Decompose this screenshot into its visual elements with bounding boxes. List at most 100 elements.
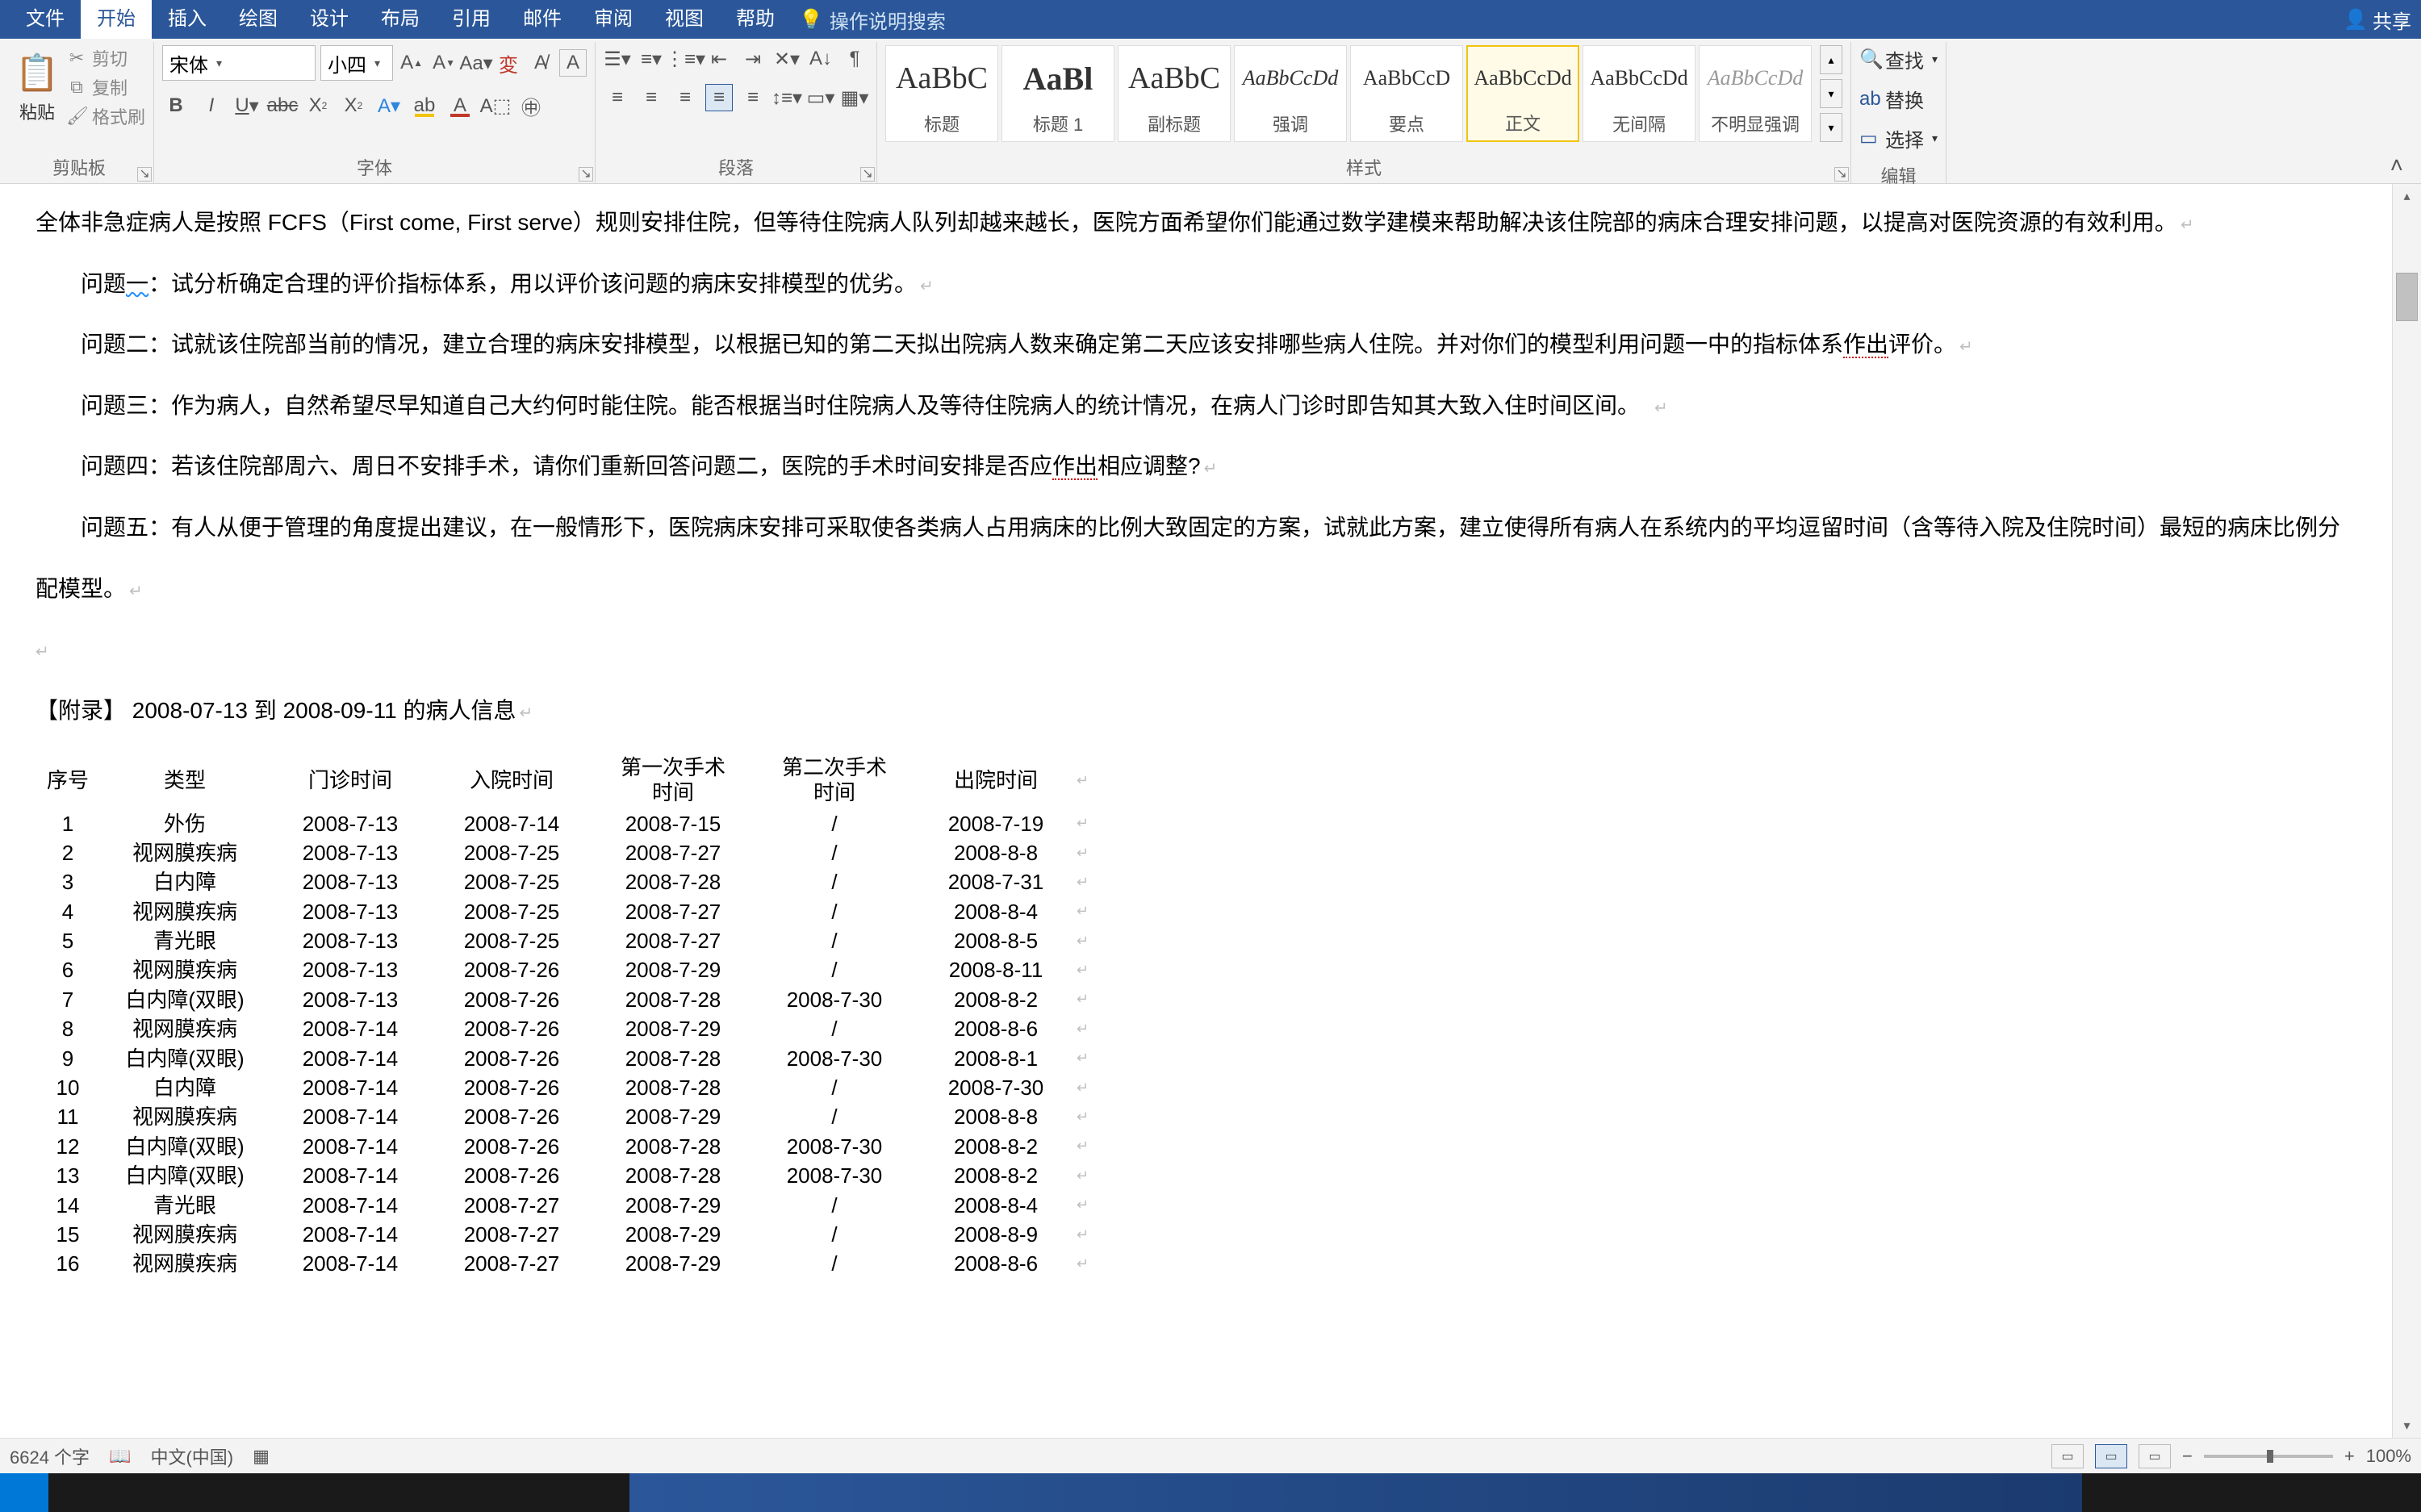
borders-icon[interactable]: ▦▾ xyxy=(841,84,868,111)
zoom-knob[interactable] xyxy=(2267,1450,2273,1463)
word-count[interactable]: 6624 个字 xyxy=(10,1443,90,1469)
spellcheck-icon[interactable]: 📖 xyxy=(109,1446,131,1467)
font-color-icon[interactable]: A xyxy=(446,92,474,119)
menu-设计[interactable]: 设计 xyxy=(294,0,365,39)
bullets-icon[interactable]: ☰▾ xyxy=(604,45,631,73)
distributed-icon[interactable]: ≡ xyxy=(739,84,767,111)
menu-绘图[interactable]: 绘图 xyxy=(223,0,294,39)
style-要点[interactable]: AaBbCcD要点 xyxy=(1350,45,1463,142)
show-marks-icon[interactable]: ¶ xyxy=(841,45,868,73)
table-cell: / xyxy=(754,897,915,926)
style-正文[interactable]: AaBbCcDd正文 xyxy=(1466,45,1579,142)
increase-font-icon[interactable]: A▲ xyxy=(398,49,425,77)
find-button[interactable]: 🔍查找▾ xyxy=(1859,45,1938,73)
style-副标题[interactable]: AaBbC副标题 xyxy=(1118,45,1231,142)
document-page[interactable]: 全体非急症病人是按照 FCFS（First come, First serve）… xyxy=(0,184,2392,1438)
menu-文件[interactable]: 文件 xyxy=(10,0,81,39)
paste-button[interactable]: 📋 粘贴 xyxy=(13,45,61,127)
style-无间隔[interactable]: AaBbCcDd无间隔 xyxy=(1583,45,1696,142)
table-cell: 2008-7-28 xyxy=(592,1044,754,1073)
increase-indent-icon[interactable]: ⇥ xyxy=(739,45,767,73)
scroll-down-icon[interactable]: ▾ xyxy=(2393,1414,2421,1438)
style-标题[interactable]: AaBbC标题 xyxy=(885,45,998,142)
font-size-dropdown[interactable]: 小四▾ xyxy=(320,45,393,81)
table-cell: 视网膜疾病 xyxy=(100,1220,270,1249)
decrease-font-icon[interactable]: A▼ xyxy=(430,49,458,77)
cut-button[interactable]: ✂剪切 xyxy=(66,45,145,71)
styles-more-icon[interactable]: ▾ xyxy=(1820,113,1842,142)
table-cell: 2008-7-13 xyxy=(270,867,431,896)
style-标题 1[interactable]: AaBl标题 1 xyxy=(1001,45,1114,142)
start-button[interactable] xyxy=(0,1473,48,1512)
taskbar[interactable] xyxy=(0,1473,2421,1512)
shading-icon[interactable]: ▭▾ xyxy=(807,84,834,111)
font-name-dropdown[interactable]: 宋体▾ xyxy=(162,45,316,81)
bold-button[interactable]: B xyxy=(162,92,190,119)
align-right-icon[interactable]: ≡ xyxy=(671,84,699,111)
menu-布局[interactable]: 布局 xyxy=(365,0,436,39)
scroll-track[interactable] xyxy=(2393,208,2421,1414)
style-不明显强调[interactable]: AaBbCcDd不明显强调 xyxy=(1699,45,1812,142)
copy-button[interactable]: ⧉复制 xyxy=(66,74,145,100)
zoom-in-icon[interactable]: + xyxy=(2344,1446,2355,1467)
multilevel-list-icon[interactable]: ⋮≡▾ xyxy=(671,45,699,73)
styles-up-icon[interactable]: ▴ xyxy=(1820,45,1842,74)
character-shading-icon[interactable]: A⬚ xyxy=(482,92,509,119)
decrease-indent-icon[interactable]: ⇤ xyxy=(705,45,733,73)
table-cell: 2008-7-29 xyxy=(592,1220,754,1249)
underline-button[interactable]: U▾ xyxy=(233,92,261,119)
zoom-slider[interactable] xyxy=(2204,1455,2333,1458)
share-button[interactable]: 👤 共享 xyxy=(2344,6,2411,34)
document-area: 全体非急症病人是按照 FCFS（First come, First serve）… xyxy=(0,184,2421,1438)
print-layout-icon[interactable]: ▭ xyxy=(2095,1444,2127,1468)
system-tray[interactable] xyxy=(2082,1473,2421,1512)
read-mode-icon[interactable]: ▭ xyxy=(2051,1444,2084,1468)
subscript-button[interactable]: X2 xyxy=(304,92,332,119)
style-强调[interactable]: AaBbCcDd强调 xyxy=(1234,45,1347,142)
clear-formatting-icon[interactable]: A̸ xyxy=(527,49,554,77)
text-effects-icon[interactable]: A▾ xyxy=(375,92,403,119)
paragraph-launcher[interactable]: ↘ xyxy=(860,167,875,182)
justify-icon[interactable]: ≡ xyxy=(705,84,733,111)
strikethrough-button[interactable]: abc xyxy=(269,92,296,119)
clipboard-launcher[interactable]: ↘ xyxy=(137,167,152,182)
tell-me-search[interactable]: 💡 操作说明搜索 xyxy=(799,6,946,34)
styles-launcher[interactable]: ↘ xyxy=(1834,167,1849,182)
numbering-icon[interactable]: ≡▾ xyxy=(638,45,665,73)
zoom-level[interactable]: 100% xyxy=(2366,1446,2411,1467)
menu-插入[interactable]: 插入 xyxy=(152,0,223,39)
macro-icon[interactable]: ▦ xyxy=(253,1446,270,1467)
asian-layout-icon[interactable]: ✕▾ xyxy=(773,45,801,73)
phonetic-guide-icon[interactable]: 変 xyxy=(495,49,522,77)
menu-帮助[interactable]: 帮助 xyxy=(720,0,791,39)
sort-icon[interactable]: A↓ xyxy=(807,45,834,73)
font-launcher[interactable]: ↘ xyxy=(579,167,593,182)
enclose-characters-icon[interactable]: ㊥ xyxy=(517,92,545,119)
select-button[interactable]: ▭选择▾ xyxy=(1859,124,1938,152)
menu-视图[interactable]: 视图 xyxy=(649,0,720,39)
align-left-icon[interactable]: ≡ xyxy=(604,84,631,111)
line-spacing-icon[interactable]: ↕≡▾ xyxy=(773,84,801,111)
styles-down-icon[interactable]: ▾ xyxy=(1820,79,1842,108)
menu-开始[interactable]: 开始 xyxy=(81,0,152,39)
superscript-button[interactable]: X2 xyxy=(340,92,367,119)
italic-button[interactable]: I xyxy=(198,92,225,119)
menu-审阅[interactable]: 审阅 xyxy=(578,0,649,39)
align-center-icon[interactable]: ≡ xyxy=(638,84,665,111)
web-layout-icon[interactable]: ▭ xyxy=(2139,1444,2171,1468)
replace-button[interactable]: ab替换 xyxy=(1859,85,1924,113)
vertical-scrollbar[interactable]: ▴ ▾ xyxy=(2392,184,2421,1438)
highlight-color-icon[interactable]: ab xyxy=(411,92,438,119)
menu-引用[interactable]: 引用 xyxy=(436,0,507,39)
character-border-icon[interactable]: A xyxy=(559,49,587,77)
zoom-out-icon[interactable]: − xyxy=(2182,1446,2193,1467)
taskbar-apps[interactable] xyxy=(48,1473,629,1512)
language-status[interactable]: 中文(中国) xyxy=(150,1443,233,1469)
format-painter-button[interactable]: 🖌格式刷 xyxy=(66,103,145,129)
collapse-ribbon-icon[interactable]: ˄ xyxy=(2377,148,2416,183)
table-cell: 2008-8-6 xyxy=(915,1014,1077,1043)
scroll-thumb[interactable] xyxy=(2396,273,2418,321)
scroll-up-icon[interactable]: ▴ xyxy=(2393,184,2421,208)
menu-邮件[interactable]: 邮件 xyxy=(507,0,578,39)
change-case-icon[interactable]: Aa▾ xyxy=(462,49,490,77)
